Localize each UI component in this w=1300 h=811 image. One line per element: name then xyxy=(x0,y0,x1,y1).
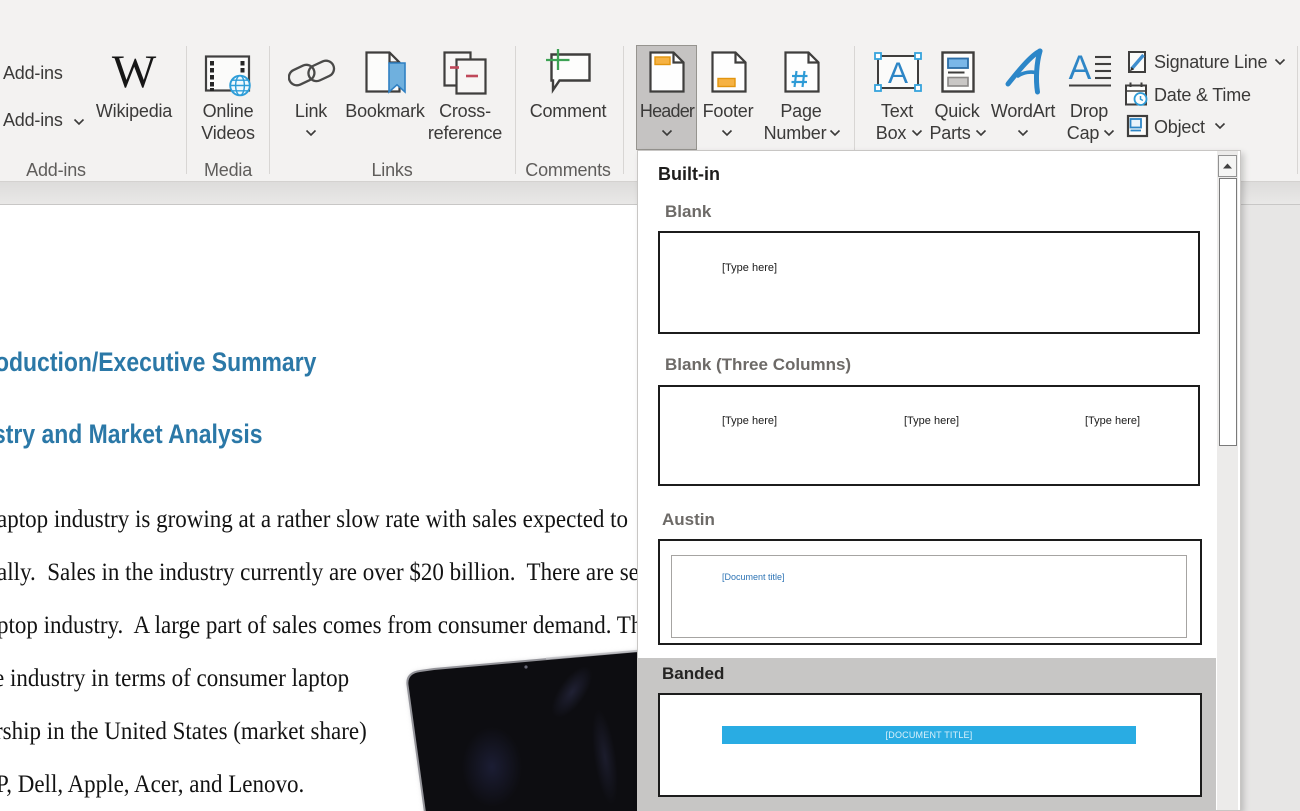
svg-text:A: A xyxy=(888,57,908,90)
svg-text:A: A xyxy=(1069,50,1092,87)
